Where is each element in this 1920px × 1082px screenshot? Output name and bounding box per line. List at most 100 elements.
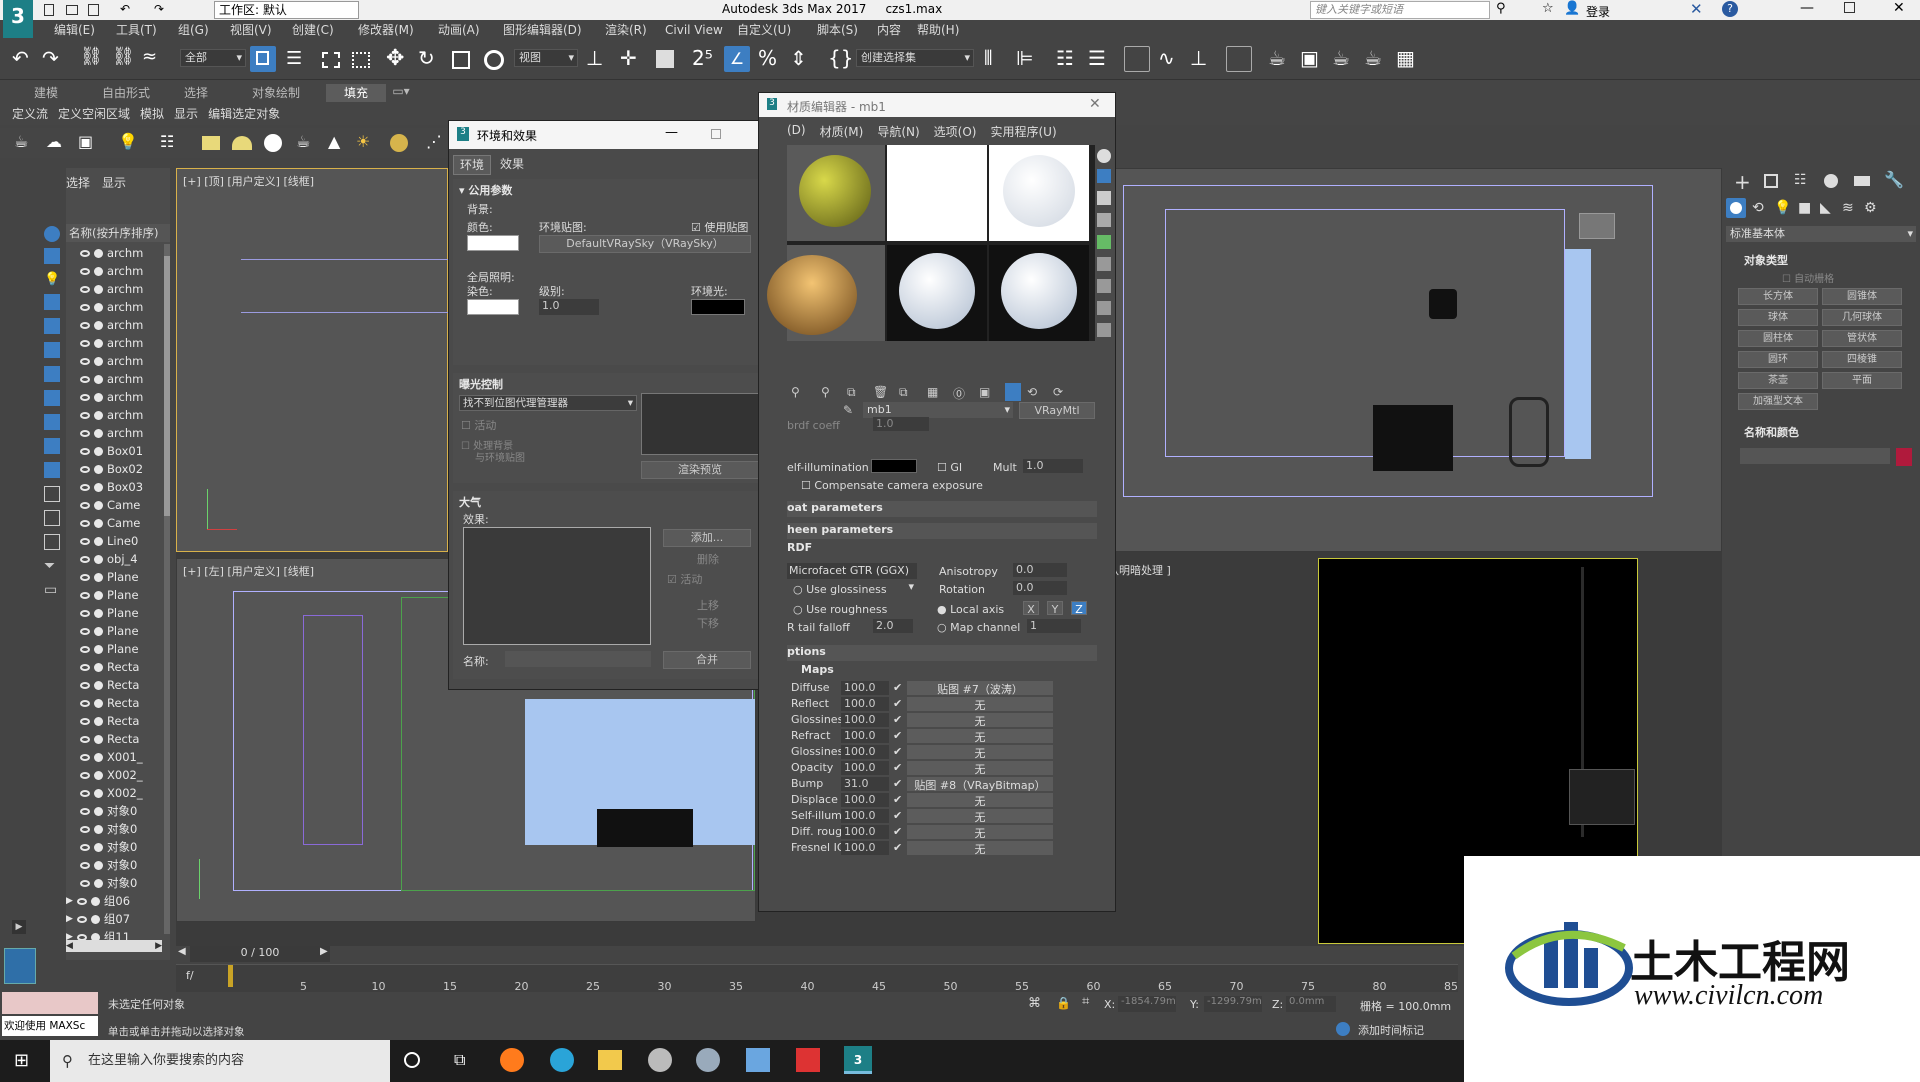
window-crossing-icon[interactable] [352,52,370,68]
object-type-button[interactable]: 圆锥体 [1822,288,1902,305]
brdf-coeff-spinner[interactable]: 1.0 [873,417,929,431]
mat-menu-navigation[interactable]: 导航(N) [877,123,919,140]
sample-slot-4[interactable] [767,245,885,341]
filter-frozen-icon[interactable] [44,462,60,478]
app-bird-icon[interactable] [648,1048,672,1072]
menu-customize[interactable]: 自定义(U) [737,20,817,40]
visibility-eye-icon[interactable] [80,681,90,689]
render-production-icon[interactable]: ☕ [1332,46,1350,70]
scene-list-item[interactable]: archm [80,280,143,298]
object-type-button[interactable]: 圆环 [1738,351,1818,368]
notepad-icon[interactable] [746,1048,770,1072]
abs-mode-icon[interactable]: ⌗ [1082,994,1089,1009]
cloud-icon[interactable]: ☁ [46,132,62,151]
filter-containers-icon[interactable] [44,438,60,454]
time-slider-prev[interactable]: ◀ [178,946,186,957]
render-icon[interactable]: ▣ [78,132,93,151]
light-icon[interactable]: 💡 [118,132,138,151]
visibility-eye-icon[interactable] [76,897,87,905]
ribbon-tab-populate[interactable]: 填充 [326,84,386,102]
named-selection-dropdown[interactable]: 创建选择集 ▾ [856,49,974,67]
visibility-eye-icon[interactable] [76,915,87,923]
backlight-icon[interactable] [1097,169,1111,183]
menu-rendering[interactable]: 渲染(R) [605,20,665,40]
schematic-view-icon[interactable]: ⊥ [1190,46,1207,70]
map-enable-checkbox[interactable]: ✔ [893,745,902,758]
bind-space-warp-icon[interactable]: ≈ [142,46,157,67]
local-axis-radio[interactable]: ● Local axis [937,603,1004,616]
get-material-icon[interactable]: ⚲ [791,385,800,399]
scene-list-item[interactable]: archm [80,298,143,316]
visibility-eye-icon[interactable] [80,663,90,671]
ref-coord-dropdown[interactable]: 视图 ▾ [514,49,578,67]
mat-menu-utilities[interactable]: 实用程序(U) [990,123,1056,140]
show-shaded-icon[interactable]: ▣ [979,385,990,399]
mult-spinner[interactable]: 1.0 [1023,459,1083,473]
binoculars-icon[interactable]: ⚲ [1496,1,1506,16]
object-type-button[interactable]: 球体 [1738,309,1818,326]
move-icon[interactable]: ✥ [386,46,404,71]
filter-shapes-icon[interactable] [44,248,60,264]
self-illum-swatch[interactable] [871,459,917,473]
toggle-ribbon-icon[interactable] [1124,46,1150,72]
map-amount-spinner[interactable]: 100.0 [841,825,889,839]
coat-rollout[interactable]: oat parameters [787,501,1097,517]
modify-tab-icon[interactable] [1764,174,1778,188]
percent-snap-icon[interactable]: % [758,46,777,70]
map-slot-button[interactable]: 无 [907,825,1053,840]
angle-snap-icon[interactable]: ∠ [724,46,750,72]
filter-groups-icon[interactable] [44,366,60,382]
use-roughness-radio[interactable]: ○ Use roughness [793,603,887,616]
filter-xrefs-icon[interactable] [44,390,60,406]
maps-rollout[interactable]: Maps [801,663,1097,679]
env-tab-effects[interactable]: 效果 [493,155,531,175]
anisotropy-spinner[interactable]: 0.0 [1013,563,1067,577]
brdf-type-dropdown[interactable]: Microfacet GTR (GGX) ▾ [787,563,917,593]
effects-list[interactable] [463,527,651,645]
filter-geometry-icon[interactable] [44,226,60,242]
add-effect-button[interactable]: 添加... [663,529,751,547]
visibility-eye-icon[interactable] [80,717,90,725]
visibility-eye-icon[interactable] [80,771,90,779]
windows-start-icon[interactable]: ⊞ [14,1050,29,1071]
close-button[interactable]: ✕ [1893,0,1905,16]
gi-checkbox[interactable]: ☐ GI [937,461,962,474]
use-glossiness-radio[interactable]: ○ Use glossiness [793,583,887,596]
delete-effect-button[interactable]: 删除 [697,551,719,567]
map-enable-checkbox[interactable]: ✔ [893,761,902,774]
rect-selection-icon[interactable] [322,52,340,68]
level-spinner[interactable]: 1.0 [539,299,599,315]
tint-color-swatch[interactable] [467,299,519,315]
compensate-exposure-checkbox[interactable]: ☐ Compensate camera exposure [801,479,983,492]
visibility-eye-icon[interactable] [80,573,90,581]
eyedropper-icon[interactable]: ✎ [843,403,853,417]
uv-tiling-icon[interactable] [1097,213,1111,227]
tail-falloff-spinner[interactable]: 2.0 [873,619,913,633]
firefox-icon[interactable] [500,1048,524,1072]
sample-slot-2[interactable] [887,145,987,241]
scene-list-item[interactable]: Box02 [80,460,143,478]
common-params-header[interactable]: ▾ 公用参数 [459,182,512,198]
ribbon-simulate[interactable]: 模拟 [140,105,164,123]
mat-close-button[interactable]: ✕ [1089,96,1101,112]
map-slot-button[interactable]: 贴图 #7（波涛） [907,681,1053,696]
scene-list-item[interactable]: X001_ [80,748,143,766]
bg-color-swatch[interactable] [467,235,519,251]
filter-all-icon[interactable] [44,510,60,526]
visibility-eye-icon[interactable] [80,321,90,329]
reset-map-icon[interactable]: 🗑 [873,385,888,399]
visibility-eye-icon[interactable] [80,501,90,509]
map-amount-spinner[interactable]: 100.0 [841,793,889,807]
select-manipulate-icon[interactable]: ✛ [620,46,637,70]
visibility-eye-icon[interactable] [80,861,90,869]
select-object-icon[interactable] [250,46,276,72]
cortana-icon[interactable] [404,1052,420,1068]
filter-helpers-icon[interactable] [44,318,60,334]
map-slot-button[interactable]: 无 [907,745,1053,760]
visibility-eye-icon[interactable] [80,285,90,293]
menu-graph-editors[interactable]: 图形编辑器(D) [503,20,605,40]
snap-toggle-icon[interactable]: 2⁵ [692,46,713,70]
mat-menu-options[interactable]: 选项(O) [934,123,977,140]
exchange-icon[interactable]: ✕ [1690,0,1703,18]
visibility-eye-icon[interactable] [80,411,90,419]
